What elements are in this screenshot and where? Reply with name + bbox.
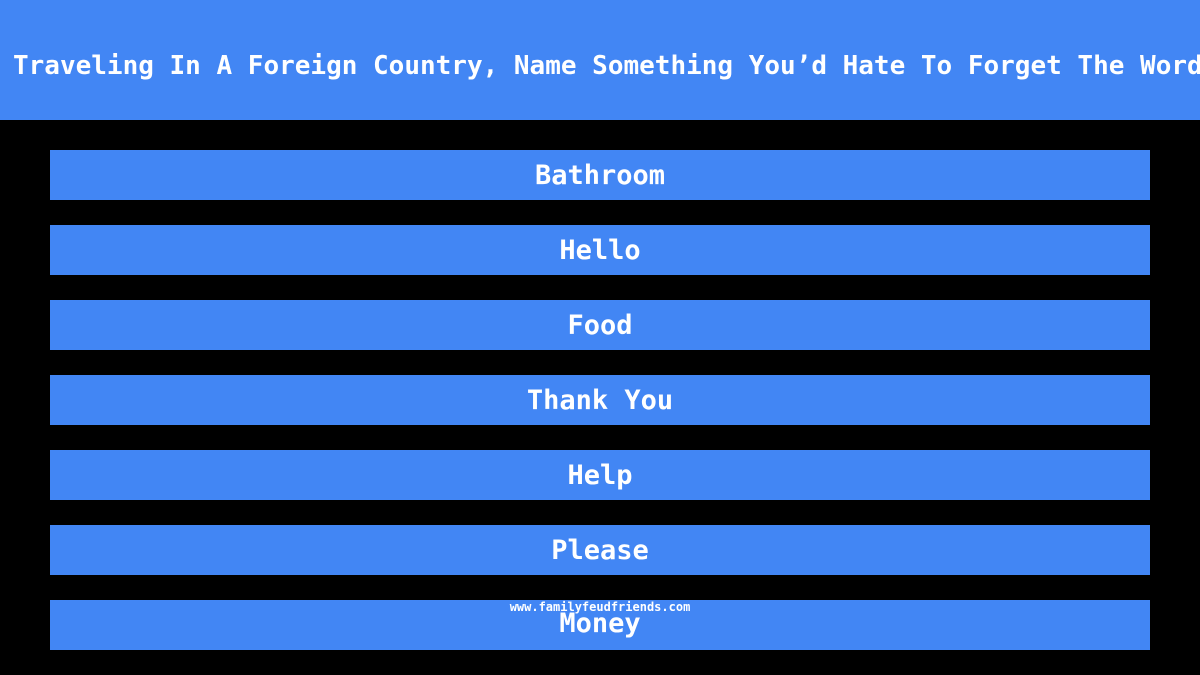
question-text: While Traveling In A Foreign Country, Na… xyxy=(0,51,1200,81)
answer-bar: Help xyxy=(50,450,1150,500)
answer-bar: Thank You xyxy=(50,375,1150,425)
answer-bar: Hello xyxy=(50,225,1150,275)
answer-list: Bathroom Hello Food Thank You Help Pleas… xyxy=(50,150,1150,675)
site-watermark: www.familyfeudfriends.com xyxy=(509,600,691,614)
question-banner: While Traveling In A Foreign Country, Na… xyxy=(0,0,1200,120)
answer-bar: Food xyxy=(50,300,1150,350)
answer-bar: Bathroom xyxy=(50,150,1150,200)
answer-bar: Please xyxy=(50,525,1150,575)
